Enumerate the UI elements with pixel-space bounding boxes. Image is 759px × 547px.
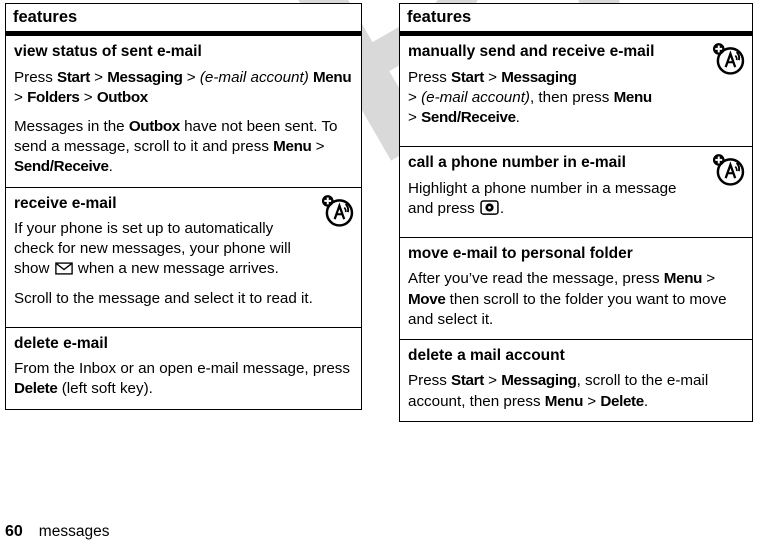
network-antenna-icon xyxy=(319,192,357,230)
ui-term: Start xyxy=(451,372,484,390)
text-run: , then press xyxy=(529,88,614,106)
placeholder-term: (e-mail account) xyxy=(199,68,309,86)
features-table-header: features xyxy=(6,4,361,36)
text-run: > xyxy=(483,372,502,390)
text-run: > xyxy=(583,392,601,410)
placeholder-term: (e-mail account) xyxy=(421,88,530,106)
feature-instruction: From the Inbox or an open e-mail message… xyxy=(14,359,353,399)
feature-row-content: move e-mail to personal folder After you’… xyxy=(400,238,752,339)
text-run: > xyxy=(702,270,716,288)
envelope-icon xyxy=(54,262,73,275)
right-column: features manually send and receive e-mail… xyxy=(399,3,753,422)
ui-term: Menu xyxy=(613,88,653,106)
ui-term: Start xyxy=(57,68,90,86)
ui-term: Outbox xyxy=(96,88,148,106)
text-run: then scroll to the folder you want to mo… xyxy=(408,290,727,328)
ui-term: Move xyxy=(408,290,446,308)
feature-row: delete a mail account Press Start > Messa… xyxy=(400,339,752,421)
text-run: > xyxy=(408,88,422,106)
feature-instruction: If your phone is set up to automatically… xyxy=(14,219,315,280)
text-run: > xyxy=(14,88,28,106)
text-run: From the Inbox or an open e-mail message… xyxy=(14,360,350,378)
ui-term: Messaging xyxy=(501,68,577,86)
page-number: 60 xyxy=(5,523,23,540)
features-table-right: features manually send and receive e-mail… xyxy=(399,3,753,422)
feature-row: manually send and receive e-mail Press St… xyxy=(400,35,752,146)
text-run: > xyxy=(483,68,502,86)
ui-term: Delete xyxy=(14,380,58,398)
ui-term: Delete xyxy=(600,392,644,410)
page-footer: 60 messages xyxy=(5,523,109,541)
feature-title: call a phone number in e-mail xyxy=(408,154,626,172)
feature-instruction: Highlight a phone number in a message an… xyxy=(408,179,706,219)
feature-instruction: Scroll to the message and select it to r… xyxy=(14,289,315,309)
text-run: . xyxy=(499,199,505,217)
text-run: > xyxy=(311,138,325,156)
call-key-icon xyxy=(480,199,499,215)
ui-term: Messaging xyxy=(107,68,183,86)
text-run: Scroll to the message and select it to r… xyxy=(14,289,313,307)
feature-row: view status of sent e-mail Press Start > … xyxy=(6,35,361,186)
feature-title: delete a mail account xyxy=(408,347,565,365)
feature-title: receive e-mail xyxy=(14,194,117,212)
feature-instruction: Press Start > Messaging > (e-mail accoun… xyxy=(14,68,353,108)
feature-title: delete e-mail xyxy=(14,334,108,352)
features-table-left: features view status of sent e-mail Press … xyxy=(5,3,362,410)
text-run: . xyxy=(108,158,113,176)
text-run: Press xyxy=(408,68,452,86)
text-run: After you’ve read the message, press xyxy=(408,270,664,288)
ui-term: Send/Receive xyxy=(14,158,109,176)
ui-term: Start xyxy=(451,68,484,86)
text-run: > xyxy=(89,68,108,86)
ui-term: Menu xyxy=(273,138,312,156)
text-run: > xyxy=(182,68,200,86)
ui-term: Folders xyxy=(27,88,80,106)
feature-row-content: manually send and receive e-mail Press St… xyxy=(400,36,752,146)
footer-section-label: messages xyxy=(38,523,110,540)
feature-row: move e-mail to personal folder After you’… xyxy=(400,236,752,339)
left-column: features view status of sent e-mail Press … xyxy=(5,3,362,410)
network-antenna-icon xyxy=(710,40,748,78)
ui-term: Menu xyxy=(663,270,703,288)
text-run: Press xyxy=(408,372,452,390)
feature-row-content: view status of sent e-mail Press Start > … xyxy=(6,36,361,186)
network-antenna-icon xyxy=(710,151,748,189)
text-run: Press xyxy=(14,68,58,86)
feature-row-content: call a phone number in e-mail Highlight a… xyxy=(400,147,752,237)
text-run: > xyxy=(408,108,422,126)
feature-instruction: After you’ve read the message, press Men… xyxy=(408,269,744,330)
text-run: Highlight a phone number in a message an… xyxy=(408,179,677,217)
text-run: (left soft key). xyxy=(57,380,153,398)
text-run: Messages in the xyxy=(14,117,129,135)
feature-instruction: Press Start > Messaging > (e-mail account… xyxy=(408,68,706,129)
feature-row-content: receive e-mail If your phone is set up to… xyxy=(6,188,361,327)
feature-title: view status of sent e-mail xyxy=(14,43,202,61)
feature-title: move e-mail to personal folder xyxy=(408,244,633,262)
manual-page: features view status of sent e-mail Press … xyxy=(0,0,759,547)
text-run: > xyxy=(79,88,97,106)
ui-term: Send/Receive xyxy=(421,108,516,126)
feature-row: delete e-mail From the Inbox or an open e… xyxy=(6,326,361,409)
ui-term: Outbox xyxy=(128,117,180,135)
ui-term: Menu xyxy=(313,68,352,86)
ui-term: Menu xyxy=(544,392,584,410)
ui-term: Messaging xyxy=(501,372,577,390)
feature-instruction: Press Start > Messaging, scroll to the e… xyxy=(408,371,744,411)
feature-row: receive e-mail If your phone is set up to… xyxy=(6,186,361,327)
feature-instruction: Messages in the Outbox have not been sen… xyxy=(14,117,353,178)
feature-title: manually send and receive e-mail xyxy=(408,43,655,61)
text-run: . xyxy=(515,108,520,126)
feature-row-content: delete a mail account Press Start > Messa… xyxy=(400,340,752,421)
text-run: when a new message arrives. xyxy=(73,260,279,278)
features-table-header: features xyxy=(400,4,752,36)
text-run: . xyxy=(643,392,649,410)
feature-row: call a phone number in e-mail Highlight a… xyxy=(400,146,752,237)
feature-row-content: delete e-mail From the Inbox or an open e… xyxy=(6,328,361,409)
